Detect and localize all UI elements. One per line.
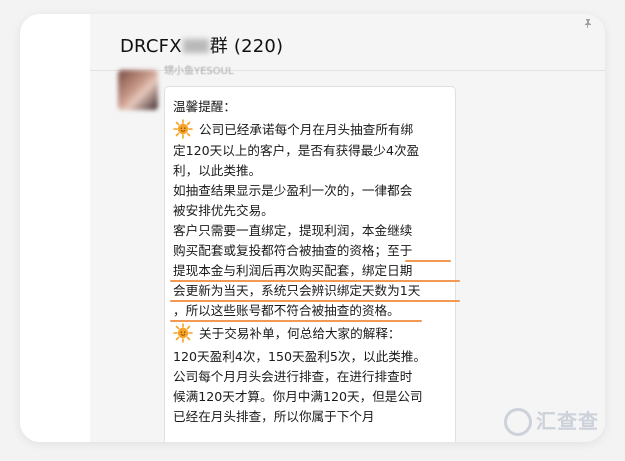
message-line: 温馨提醒： <box>173 99 236 114</box>
message-line-text: 会更新为当天，系统只会辨识绑定天数为1天 <box>173 283 421 298</box>
message-line-text: ，所以这些账号都不符合被抽查的资格。 <box>173 303 400 318</box>
sender-name: 甥小鱼YESOUL <box>164 66 234 77</box>
message-line: 被安排优先交易。 <box>173 203 274 218</box>
message-line: 关于交易补单，何总给大家的解释： <box>173 323 463 345</box>
message-line: 关于交易补单，何总给大家的解释： <box>199 326 401 341</box>
message-line-text: 购买配套或复投都符合被抽查的资格；至于 <box>173 243 413 258</box>
sidebar-strip <box>20 14 90 442</box>
message-line: 如抽查结果显示是少盈利一次的，一律都会 <box>173 183 413 198</box>
message-line: 公司已经承诺每个月在月头抽查所有绑 <box>173 119 463 141</box>
sun-emoji-icon <box>173 119 193 139</box>
message-line: 已经在月头排查，所以你属于下个月 <box>173 409 375 424</box>
chat-window: DRCFX 群 (220) 甥小鱼YESOUL 温馨提醒： 公司已经承诺每个月在… <box>90 14 605 442</box>
message-line: 购买配套或复投都符合被抽查的资格；至于 <box>173 241 463 262</box>
sun-emoji-icon <box>173 323 193 343</box>
message-line: 提现本金与利润后再次购买配套，绑定日期 <box>170 261 463 282</box>
pin-icon[interactable] <box>583 18 593 31</box>
message-line: 会更新为当天，系统只会辨识绑定天数为1天 <box>170 281 463 302</box>
chat-title-suffix: 群 (220) <box>209 36 284 57</box>
message-line: 公司已经承诺每个月在月头抽查所有绑 <box>199 122 414 137</box>
watermark-text: 汇查查 <box>536 409 599 433</box>
sender-avatar[interactable] <box>118 70 158 110</box>
message-line: 公司每个月月头会进行排查，在进行排查时 <box>173 369 413 384</box>
chat-title-prefix: DRCFX <box>120 36 182 57</box>
watermark-logo-icon <box>504 408 532 436</box>
watermark: 汇查查 <box>504 405 599 436</box>
message-line: ，所以这些账号都不符合被抽查的资格。 <box>170 301 463 322</box>
message-line: 定120天以上的客户，是否有获得最少4次盈 <box>173 143 420 158</box>
blurred-name-icon <box>182 39 209 53</box>
message-text: 温馨提醒： 公司已经承诺每个月在月头抽查所有绑 定120天以上的客户，是否有获得… <box>170 89 463 427</box>
message-line-text: 提现本金与利润后再次购买配套，绑定日期 <box>173 263 413 278</box>
message-line: 120天盈利4次，150天盈利5次，以此类推。 <box>173 349 427 364</box>
message-line: 利，以此类推。 <box>173 163 262 178</box>
screenshot-card: DRCFX 群 (220) 甥小鱼YESOUL 温馨提醒： 公司已经承诺每个月在… <box>20 14 605 442</box>
message-line: 候满120天才算。你月中满120天，但是公司 <box>173 389 423 404</box>
chat-title: DRCFX 群 (220) <box>120 32 283 58</box>
message-line: 客户只需要一直绑定，提现利润，本金继续 <box>173 223 413 238</box>
highlight-underline <box>170 320 422 322</box>
